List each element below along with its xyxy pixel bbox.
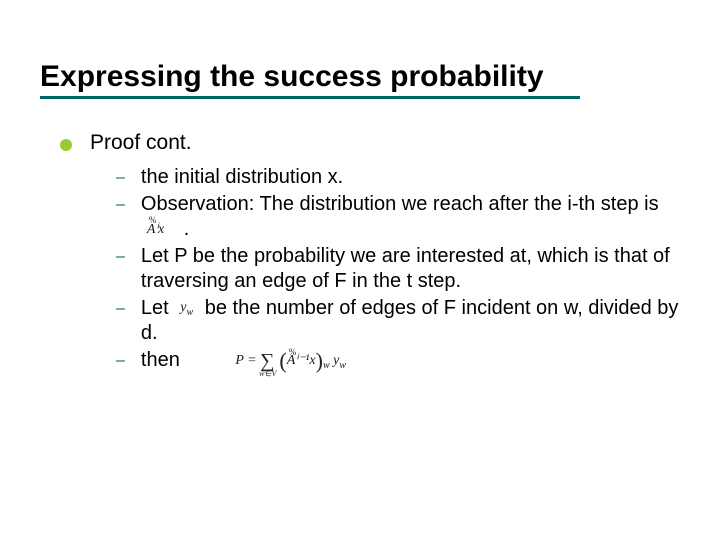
bullet-disc-icon <box>60 139 72 151</box>
slide-title: Expressing the success probability <box>40 60 680 94</box>
level1-text: Proof cont. <box>90 131 192 155</box>
dash-icon: – <box>116 247 125 267</box>
dash-icon: – <box>116 299 125 319</box>
item-text: the initial distribution x. <box>141 165 680 190</box>
title-underline <box>40 96 580 99</box>
list-item: Proof cont. <box>60 131 680 155</box>
list-item: – Let P be the probability we are intere… <box>116 244 680 294</box>
list-item: – the initial distribution x. <box>116 165 680 190</box>
formula-equation: P = ∑ w∈V (%Aⁱ⁻¹x)w yw <box>235 350 346 372</box>
item-text: Observation: The distribution we reach a… <box>141 192 680 242</box>
formula-Aix: % Aⁱx <box>147 221 164 239</box>
list-item: – Let yw be the number of edges of F inc… <box>116 296 680 346</box>
dash-icon: – <box>116 351 125 371</box>
list-item: – Observation: The distribution we reach… <box>116 192 680 242</box>
dash-icon: – <box>116 168 125 188</box>
dash-icon: – <box>116 195 125 215</box>
item-text: Let P be the probability we are interest… <box>141 244 680 294</box>
formula-yw: yw <box>180 299 193 319</box>
content-area: Proof cont. – the initial distribution x… <box>0 105 720 373</box>
item-text: then P = ∑ w∈V (%Aⁱ⁻¹x)w yw <box>141 348 680 373</box>
item-text: Let yw be the number of edges of F incid… <box>141 296 680 346</box>
list-item: – then P = ∑ w∈V (%Aⁱ⁻¹x)w yw <box>116 348 680 373</box>
